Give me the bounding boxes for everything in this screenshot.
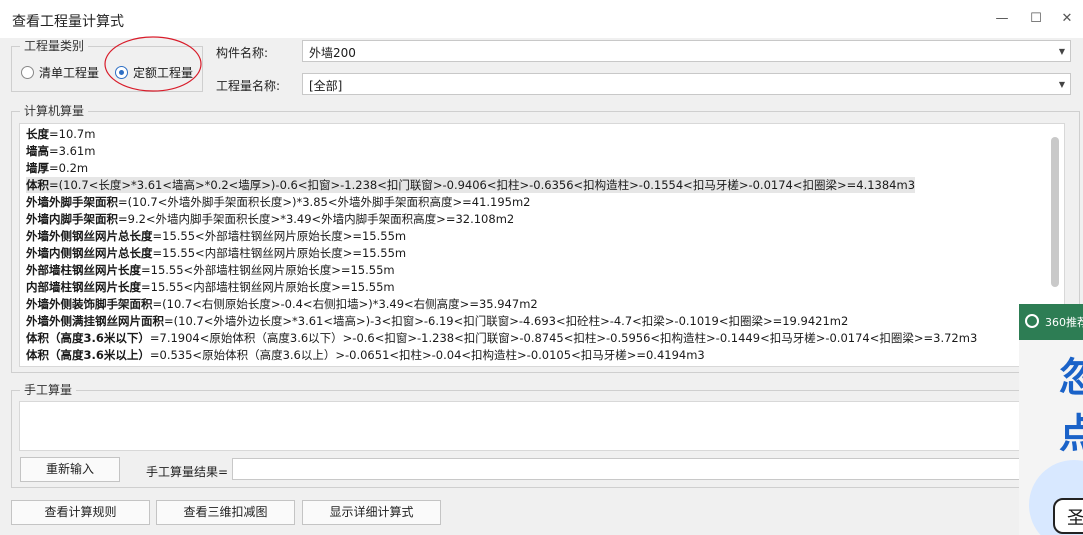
calc-line: 体积（高度3.6米以下）=7.1904<原始体积（高度3.6以下）>-0.6<扣…	[26, 331, 978, 345]
view-3d-button[interactable]: 查看三维扣减图	[156, 500, 295, 525]
ad-button[interactable]: 圣	[1053, 498, 1083, 534]
calc-line-selected: 体积=(10.7<长度>*3.61<墙高>*0.2<墙厚>)-0.6<扣窗>-1…	[26, 177, 916, 193]
calc-line: 外墙外侧满挂钢丝网片面积=(10.7<外墙外边长度>*3.61<墙高>)-3<扣…	[26, 314, 849, 328]
manual-calc-legend: 手工算量	[20, 383, 77, 397]
calc-line: 外墙外侧钢丝网片总长度=15.55<外部墙柱钢丝网片原始长度>=15.55m	[26, 229, 407, 243]
computer-calc-textarea[interactable]: 长度=10.7m 墙高=3.61m 墙厚=0.2m 体积=(10.7<长度>*3…	[19, 123, 1065, 367]
calc-line: 外墙外脚手架面积=(10.7<外墙外脚手架面积长度>)*3.85<外墙外脚手架面…	[26, 195, 531, 209]
show-detail-button[interactable]: 显示详细计算式	[302, 500, 441, 525]
calc-line: 外墙外侧装饰脚手架面积=(10.7<右侧原始长度>-0.4<右侧扣墙>)*3.4…	[26, 297, 538, 311]
calc-line: 外墙内脚手架面积=9.2<外墙内脚手架面积长度>*3.49<外墙内脚手架面积高度…	[26, 212, 515, 226]
vertical-scrollbar-thumb[interactable]	[1051, 137, 1059, 287]
ad-char-2: 点	[1059, 411, 1083, 457]
quantity-name-select[interactable]: [全部] ▼	[302, 73, 1071, 95]
component-name-value: 外墙200	[309, 46, 356, 60]
calc-line: 墙高=3.61m	[26, 144, 96, 158]
calc-line: 墙厚=0.2m	[26, 161, 89, 175]
manual-calc-textarea[interactable]	[19, 401, 1065, 451]
component-name-label: 构件名称:	[216, 46, 269, 60]
360-logo-icon	[1025, 314, 1039, 328]
manual-result-label: 手工算量结果=	[146, 465, 229, 479]
quantity-name-label: 工程量名称:	[216, 79, 281, 93]
annotation-circle	[104, 36, 202, 92]
computer-calc-legend: 计算机算量	[20, 104, 89, 118]
ad-char-1: 忽	[1059, 355, 1083, 401]
calc-line: 内部墙柱钢丝网片长度=15.55<内部墙柱钢丝网片原始长度>=15.55m	[26, 280, 395, 294]
chevron-down-icon: ▼	[1058, 47, 1065, 56]
ad-body: 忽 点 圣	[1019, 340, 1083, 535]
ad-header-text: 360推荐	[1045, 316, 1083, 329]
quantity-name-value: [全部]	[309, 79, 343, 93]
ad-popup[interactable]: 360推荐 忽 点 圣	[1019, 304, 1083, 535]
calc-line: 外部墙柱钢丝网片长度=15.55<外部墙柱钢丝网片原始长度>=15.55m	[26, 263, 395, 277]
view-rules-button[interactable]: 查看计算规则	[11, 500, 150, 525]
ad-char-3: 圣	[1067, 508, 1083, 529]
calc-line: 外墙内侧钢丝网片总长度=15.55<内部墙柱钢丝网片原始长度>=15.55m	[26, 246, 407, 260]
calc-line: 体积（高度3.6米以上）=0.535<原始体积（高度3.6以上）>-0.0651…	[26, 348, 705, 362]
ad-header: 360推荐	[1019, 304, 1083, 340]
manual-result-field[interactable]	[232, 458, 1065, 480]
reinput-button[interactable]: 重新输入	[20, 457, 120, 482]
calc-line: 长度=10.7m	[26, 127, 96, 141]
chevron-down-icon: ▼	[1058, 80, 1065, 89]
component-name-select[interactable]: 外墙200 ▼	[302, 40, 1071, 62]
